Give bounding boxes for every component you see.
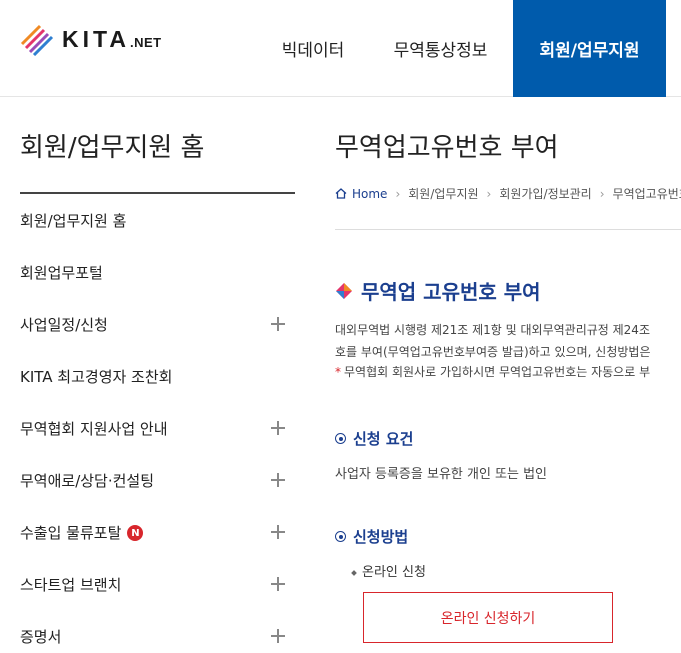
page-title: 무역업고유번호 부여 [335,133,559,163]
method-list-item: 온라인 신청 [351,561,426,580]
sidebar-item-startup-branch[interactable]: 스타트업 브랜치 [20,558,295,610]
requirements-text: 사업자 등록증을 보유한 개인 또는 법인 [335,467,548,482]
new-badge: N [127,525,144,541]
plus-icon[interactable] [271,629,285,643]
breadcrumb-current: 무역업고유번호 [612,187,681,201]
description: 대외무역법 시행령 제21조 제1항 및 대외무역관리규정 제24조 호를 부여… [335,319,681,363]
plus-icon[interactable] [271,525,285,539]
nav-item-bigdata[interactable]: 빅데이터 [258,0,368,97]
sidebar-item-label: 스타트업 브랜치 [20,575,122,594]
auto-assign-note: * 무역협회 회원사로 가입하시면 무역업고유번호는 자동으로 부 [335,363,681,380]
site-header: KITA.NET 빅데이터 무역통상정보 회원/업무지원 [0,0,681,97]
plus-icon[interactable] [271,317,285,331]
sidebar-item-support-programs[interactable]: 무역협회 지원사업 안내 [20,402,295,454]
sidebar-item-label: 무역애로/상담·컨설팅 [20,471,155,490]
plus-icon[interactable] [271,473,285,487]
sidebar-item-consulting[interactable]: 무역애로/상담·컨설팅 [20,454,295,506]
bullet-icon [351,569,357,576]
method-heading: 신청방법 [335,526,408,547]
title-divider [335,229,681,230]
section-title: 무역업 고유번호 부여 [335,276,541,305]
sidebar-item-schedule[interactable]: 사업일정/신청 [20,298,295,350]
diamond-icon [336,282,352,299]
method-item-text: 온라인 신청 [362,565,426,580]
sidebar-item-label: KITA 최고경영자 조찬회 [20,367,173,386]
bullet-target-icon [335,531,346,542]
sidebar-item-label: 회원/업무지원 홈 [20,211,127,230]
plus-icon[interactable] [271,577,285,591]
home-icon [335,188,347,199]
plus-icon[interactable] [271,421,285,435]
sidebar-item-label: 회원업무포털 [20,263,103,282]
note-asterisk: * [335,365,341,379]
nav-item-member-support[interactable]: 회원/업무지원 [513,0,666,97]
sidebar-item-label: 수출입 물류포탈 [20,523,122,542]
requirements-heading-text: 신청 요건 [353,430,414,448]
chevron-right-icon: › [486,186,492,201]
sidebar-item-certificates[interactable]: 증명서 [20,610,295,653]
description-line: 대외무역법 시행령 제21조 제1항 및 대외무역관리규정 제24조 [335,323,650,337]
breadcrumb-item[interactable]: 회원/업무지원 [408,185,478,202]
requirements-heading: 신청 요건 [335,428,413,449]
chevron-right-icon: › [395,186,401,201]
sidebar-menu: 회원/업무지원 홈 회원업무포털 사업일정/신청 KITA 최고경영자 조찬회 … [20,194,295,653]
bullet-target-icon [335,433,346,444]
chevron-right-icon: › [599,186,605,201]
breadcrumb-home[interactable]: Home [352,187,387,201]
sidebar-title: 회원/업무지원 홈 [20,133,205,163]
kita-logo[interactable]: KITA.NET [20,22,162,56]
sidebar-item-label: 증명서 [20,627,62,646]
sidebar-item-member-portal[interactable]: 회원업무포털 [20,246,295,298]
global-nav: 빅데이터 무역통상정보 회원/업무지원 [258,0,666,97]
nav-item-trade-info[interactable]: 무역통상정보 [368,0,513,97]
sidebar-item-logistics-portal[interactable]: 수출입 물류포탈 N [20,506,295,558]
sidebar-item-label: 사업일정/신청 [20,315,108,334]
kita-logo-icon [20,24,54,56]
sidebar-item-member-home[interactable]: 회원/업무지원 홈 [20,194,295,246]
sidebar-item-ceo-breakfast[interactable]: KITA 최고경영자 조찬회 [20,350,295,402]
description-line: 호를 부여(무역업고유번호부여증 발급)하고 있으며, 신청방법은 [335,345,651,359]
section-title-text: 무역업 고유번호 부여 [361,280,541,304]
sidebar-item-label: 무역협회 지원사업 안내 [20,419,168,438]
logo-suffix: .NET [129,34,162,50]
method-heading-text: 신청방법 [353,528,409,546]
online-apply-button[interactable]: 온라인 신청하기 [363,592,613,643]
breadcrumb: Home › 회원/업무지원 › 회원가입/정보관리 › 무역업고유번호 [335,185,681,202]
logo-text: KITA [62,25,130,52]
note-text: 무역협회 회원사로 가입하시면 무역업고유번호는 자동으로 부 [344,365,651,379]
breadcrumb-item[interactable]: 회원가입/정보관리 [499,185,591,202]
